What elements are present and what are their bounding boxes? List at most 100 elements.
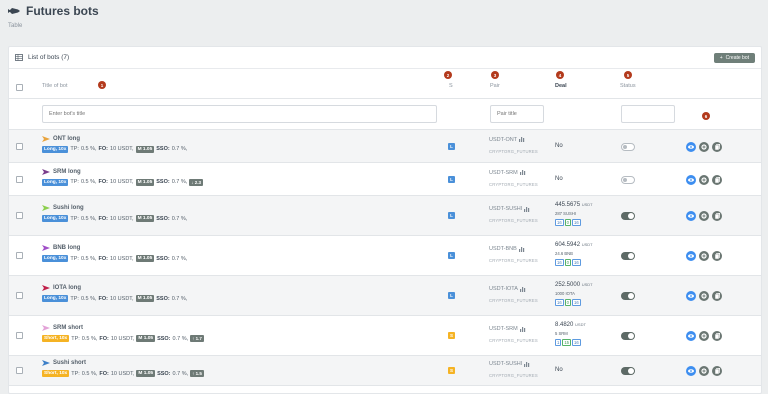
- table-row[interactable]: IOTA long Long, 10x TP: 0.5 %, FO: 10 US…: [9, 276, 761, 316]
- view-button[interactable]: [686, 174, 696, 185]
- settings-button[interactable]: [699, 331, 709, 341]
- pair-label[interactable]: USDT-SUSHI: [489, 206, 530, 212]
- column-status[interactable]: Status: [620, 83, 636, 89]
- bot-name[interactable]: BNB long: [42, 245, 80, 251]
- view-button[interactable]: [686, 366, 696, 376]
- exchange-label: CRYPTORG_FUTURES: [489, 218, 538, 223]
- pair-label[interactable]: USDT-ONT: [489, 137, 525, 143]
- pair-text: USDT-BNB: [489, 246, 517, 252]
- status-toggle[interactable]: [621, 332, 635, 340]
- copy-button[interactable]: [712, 291, 722, 301]
- table-row[interactable]: ONT long Long, 10x TP: 0.5 %, FO: 10 USD…: [9, 130, 761, 163]
- bot-name[interactable]: SRM short: [42, 325, 83, 331]
- table-icon: [15, 54, 23, 61]
- martingale-tag: M 1.05: [135, 178, 155, 186]
- status-filter-input[interactable]: [621, 105, 675, 123]
- row-checkbox[interactable]: [16, 252, 23, 259]
- exchange-label: CRYPTORG_FUTURES: [489, 181, 538, 187]
- bot-name[interactable]: SRM long: [42, 168, 81, 175]
- status-toggle[interactable]: [621, 142, 635, 151]
- bot-name[interactable]: Sushi short: [42, 360, 86, 366]
- copy-icon: [714, 253, 720, 259]
- side-badge: L: [448, 175, 455, 183]
- view-button[interactable]: [686, 141, 696, 152]
- status-toggle[interactable]: [621, 175, 635, 184]
- table-row[interactable]: Sushi long Long, 10x TP: 0.5 %, FO: 10 U…: [9, 196, 761, 236]
- copy-icon: [714, 143, 720, 150]
- settings-button[interactable]: [699, 251, 709, 261]
- row-checkbox[interactable]: [16, 292, 23, 299]
- view-button[interactable]: [686, 291, 696, 301]
- row-checkbox[interactable]: [16, 175, 23, 183]
- bot-name[interactable]: IOTA long: [42, 285, 81, 291]
- deal-amount: 445.5675: [555, 202, 581, 208]
- fo-value: 10 USDT,: [110, 370, 135, 377]
- bot-name[interactable]: ONT long: [42, 135, 80, 142]
- copy-button[interactable]: [712, 251, 722, 261]
- create-bot-button[interactable]: + Create bot: [713, 52, 755, 63]
- deal-quantity: 287 SUSHI: [555, 211, 576, 216]
- status-toggle[interactable]: [621, 292, 635, 300]
- pair-label[interactable]: USDT-SRM: [489, 170, 526, 176]
- row-actions: [686, 291, 722, 301]
- side-badge: S: [448, 367, 455, 374]
- pair-label[interactable]: USDT-BNB: [489, 246, 525, 252]
- bot-params: Short, 10x TP: 0.5 %, FO: 10 USDT, M 1.0…: [42, 335, 204, 342]
- bot-title-filter-input[interactable]: [42, 105, 437, 123]
- copy-icon: [714, 213, 720, 219]
- settings-button[interactable]: [699, 141, 709, 152]
- martingale-tag: M 1.05: [135, 295, 155, 302]
- copy-button[interactable]: [712, 174, 722, 185]
- sso-label: SSO:: [156, 295, 170, 302]
- sso-label: SSO:: [156, 255, 170, 262]
- table-row[interactable]: SRM short Short, 10x TP: 0.5 %, FO: 10 U…: [9, 316, 761, 356]
- column-s[interactable]: S: [449, 83, 453, 89]
- settings-button[interactable]: [699, 174, 709, 185]
- copy-button[interactable]: [712, 366, 722, 376]
- bot-params: Long, 10x TP: 0.5 %, FO: 10 USDT, M 1.05…: [42, 295, 187, 302]
- martingale-tag: M 1.05: [135, 215, 155, 222]
- column-pair[interactable]: Pair: [490, 83, 500, 89]
- settings-button[interactable]: [699, 211, 709, 221]
- card-header: List of bots (7) + Create bot: [9, 47, 761, 69]
- row-checkbox[interactable]: [16, 367, 23, 374]
- column-deal[interactable]: Deal: [555, 83, 567, 89]
- view-button[interactable]: [686, 211, 696, 221]
- row-actions: [686, 174, 722, 185]
- status-toggle[interactable]: [621, 212, 635, 220]
- sso-label: SSO:: [156, 146, 170, 152]
- status-toggle[interactable]: [621, 252, 635, 260]
- column-title[interactable]: Title of bot: [42, 83, 67, 89]
- pair-label[interactable]: USDT-IOTA: [489, 286, 526, 292]
- tp-label: TP:: [70, 146, 79, 152]
- bot-name[interactable]: Sushi long: [42, 205, 84, 211]
- pair-text: USDT-SUSHI: [489, 361, 523, 367]
- row-actions: [686, 211, 722, 221]
- sso-value: 0.7 %,: [171, 255, 188, 262]
- row-checkbox[interactable]: [16, 332, 23, 339]
- eye-icon: [688, 177, 694, 182]
- deal-quantity: 1000 IOTA: [555, 291, 575, 296]
- row-checkbox[interactable]: [16, 212, 23, 219]
- copy-button[interactable]: [712, 211, 722, 221]
- copy-button[interactable]: [712, 331, 722, 341]
- view-button[interactable]: [686, 331, 696, 341]
- pair-label[interactable]: USDT-SUSHI: [489, 361, 530, 367]
- select-all-checkbox[interactable]: [16, 84, 23, 91]
- view-button[interactable]: [686, 251, 696, 261]
- table-row[interactable]: SRM long Long, 10x TP: 0.5 %, FO: 10 USD…: [9, 163, 761, 196]
- settings-button[interactable]: [699, 366, 709, 376]
- status-toggle[interactable]: [621, 367, 635, 375]
- settings-button[interactable]: [699, 291, 709, 301]
- deal-value: 252.5000 USDT: [555, 282, 593, 288]
- table-row[interactable]: Sushi short Short, 10x TP: 0.5 %, FO: 10…: [9, 356, 761, 386]
- copy-button[interactable]: [712, 141, 722, 152]
- row-checkbox[interactable]: [16, 142, 23, 150]
- pair-label[interactable]: USDT-SRM: [489, 326, 526, 332]
- side-badge: L: [448, 292, 455, 299]
- pair-text: USDT-SRM: [489, 326, 518, 332]
- pair-filter-input[interactable]: [490, 105, 544, 123]
- deal-chip-right: 16: [572, 219, 581, 226]
- fo-label: FO:: [98, 146, 109, 152]
- table-row[interactable]: BNB long Long, 10x TP: 0.5 %, FO: 10 USD…: [9, 236, 761, 276]
